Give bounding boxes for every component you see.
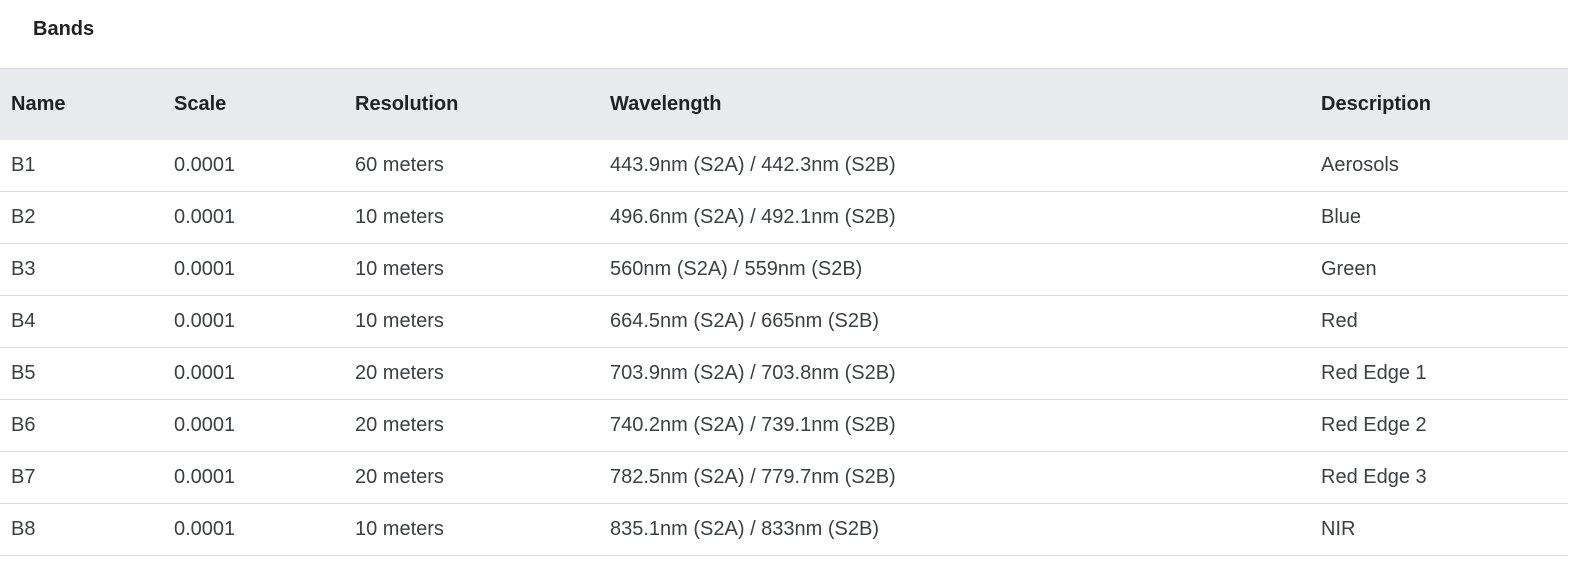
section-title: Bands [33, 18, 95, 40]
cell-scale: 0.0001 [174, 154, 236, 176]
cell-name: B3 [11, 258, 36, 280]
cell-name: B1 [11, 154, 36, 176]
cell-description: Green [1321, 258, 1377, 280]
cell-wavelength: 782.5nm (S2A) / 779.7nm (S2B) [610, 466, 896, 488]
cell-wavelength: 560nm (S2A) / 559nm (S2B) [610, 258, 863, 280]
table-row: B8 0.0001 10 meters 835.1nm (S2A) / 833n… [0, 504, 1568, 556]
cell-description: Red Edge 1 [1321, 362, 1427, 384]
cell-name: B4 [11, 310, 36, 332]
table-row: B5 0.0001 20 meters 703.9nm (S2A) / 703.… [0, 348, 1568, 400]
cell-name: B2 [11, 206, 36, 228]
cell-scale: 0.0001 [174, 518, 236, 540]
cell-scale: 0.0001 [174, 466, 236, 488]
cell-scale: 0.0001 [174, 414, 236, 436]
cell-description: NIR [1321, 518, 1356, 540]
cell-description: Blue [1321, 206, 1362, 228]
cell-scale: 0.0001 [174, 362, 236, 384]
table-row: B4 0.0001 10 meters 664.5nm (S2A) / 665n… [0, 296, 1568, 348]
table-row: B6 0.0001 20 meters 740.2nm (S2A) / 739.… [0, 400, 1568, 452]
cell-wavelength: 835.1nm (S2A) / 833nm (S2B) [610, 518, 880, 540]
cell-description: Red Edge 2 [1321, 414, 1427, 436]
cell-wavelength: 703.9nm (S2A) / 703.8nm (S2B) [610, 362, 896, 384]
cell-resolution: 20 meters [355, 466, 444, 488]
cell-resolution: 10 meters [355, 258, 444, 280]
header-name: Name [11, 93, 66, 115]
cell-resolution: 20 meters [355, 362, 444, 384]
table-row: B7 0.0001 20 meters 782.5nm (S2A) / 779.… [0, 452, 1568, 504]
header-wavelength: Wavelength [610, 93, 722, 115]
cell-scale: 0.0001 [174, 206, 236, 228]
cell-resolution: 10 meters [355, 518, 444, 540]
header-resolution: Resolution [355, 93, 459, 115]
table-header-row: Name Scale Resolution Wavelength Descrip… [0, 69, 1568, 140]
bands-table: Name Scale Resolution Wavelength Descrip… [0, 68, 1568, 556]
table-row: B1 0.0001 60 meters 443.9nm (S2A) / 442.… [0, 140, 1568, 192]
header-scale: Scale [174, 93, 227, 115]
cell-scale: 0.0001 [174, 310, 236, 332]
cell-resolution: 20 meters [355, 414, 444, 436]
cell-description: Red Edge 3 [1321, 466, 1427, 488]
cell-wavelength: 740.2nm (S2A) / 739.1nm (S2B) [610, 414, 896, 436]
cell-wavelength: 664.5nm (S2A) / 665nm (S2B) [610, 310, 880, 332]
cell-name: B6 [11, 414, 36, 436]
table-row: B2 0.0001 10 meters 496.6nm (S2A) / 492.… [0, 192, 1568, 244]
table-row: B3 0.0001 10 meters 560nm (S2A) / 559nm … [0, 244, 1568, 296]
cell-wavelength: 443.9nm (S2A) / 442.3nm (S2B) [610, 154, 896, 176]
cell-resolution: 10 meters [355, 310, 444, 332]
cell-name: B8 [11, 518, 36, 540]
cell-description: Red [1321, 310, 1358, 332]
cell-description: Aerosols [1321, 154, 1399, 176]
bands-page: Bands Name Scale Resolution Wavelength D… [0, 0, 1593, 566]
cell-wavelength: 496.6nm (S2A) / 492.1nm (S2B) [610, 206, 896, 228]
cell-resolution: 60 meters [355, 154, 444, 176]
cell-name: B7 [11, 466, 36, 488]
cell-name: B5 [11, 362, 36, 384]
cell-resolution: 10 meters [355, 206, 444, 228]
cell-scale: 0.0001 [174, 258, 236, 280]
header-description: Description [1321, 93, 1432, 115]
